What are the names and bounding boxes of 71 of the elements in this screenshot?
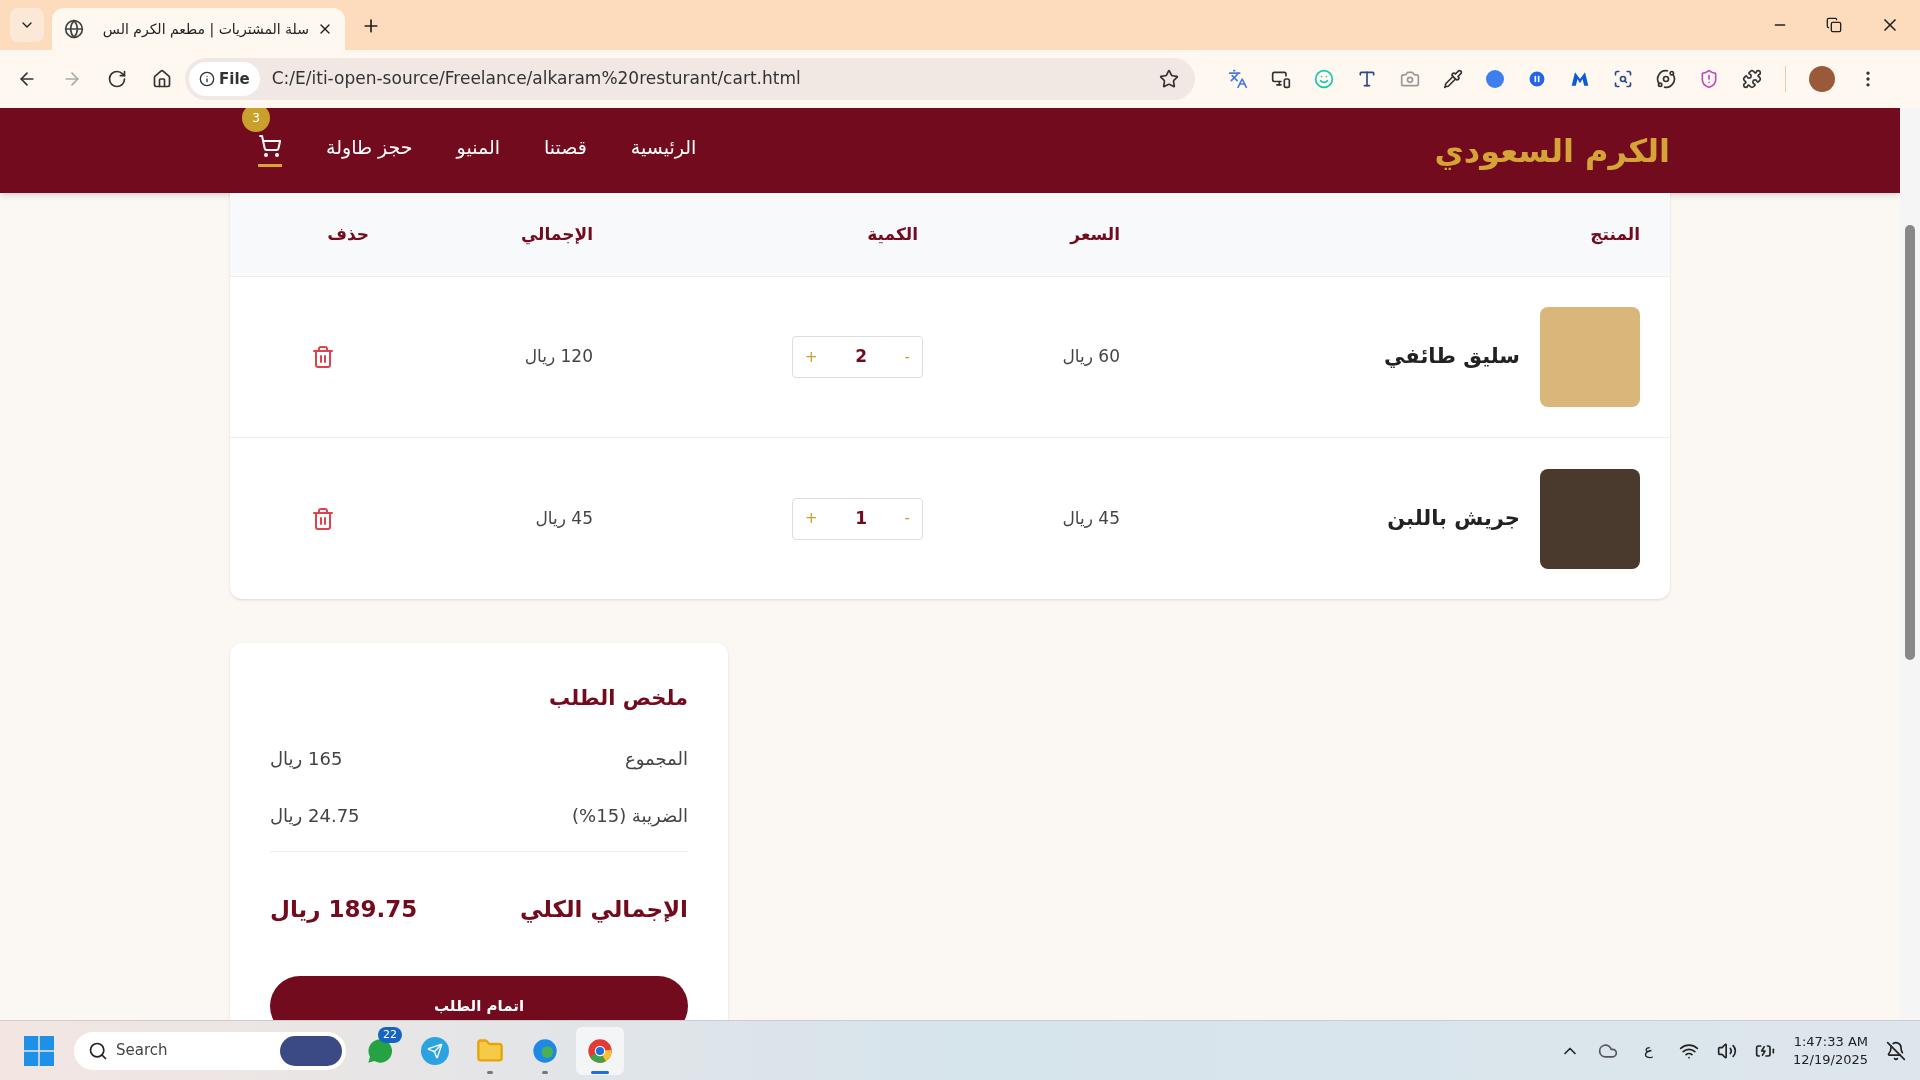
reload-icon[interactable] — [107, 69, 127, 89]
site-info-chip[interactable]: File — [189, 62, 260, 96]
grand-total-value: 189.75 ريال — [270, 894, 418, 925]
address-bar[interactable]: File C:/E/iti-open-source/Freelance/alkaram%20resturant/cart.html — [185, 58, 1195, 100]
column-header: الكمية — [866, 222, 919, 246]
product-name: سليق طائفي — [1384, 343, 1520, 371]
column-header: الإجمالي — [519, 222, 594, 247]
summary-title: ملخص الطلب — [548, 685, 688, 712]
nav-link[interactable]: حجز طاولة — [326, 133, 413, 168]
camera-icon[interactable] — [1400, 69, 1420, 89]
scrollbar[interactable] — [1900, 108, 1920, 1020]
taskbar-app[interactable]: 22 — [356, 1026, 404, 1075]
total-cell-text: 45 ريال — [534, 506, 594, 530]
price-cell-text: 45 ريال — [1061, 506, 1121, 530]
windows-logo-icon[interactable] — [24, 1035, 54, 1066]
screen-icon[interactable] — [1271, 69, 1291, 89]
clock-time[interactable]: 1:47:33 AM — [1793, 1032, 1868, 1051]
nav-link[interactable]: المنيو — [456, 133, 500, 168]
circle-logo-icon — [586, 1036, 614, 1065]
search-field[interactable]: Search — [74, 1031, 346, 1070]
info-icon — [199, 71, 215, 87]
price-cell-text: 60 ريال — [1061, 345, 1121, 369]
summary-value: 165 ريال — [270, 746, 343, 771]
nav-link[interactable]: قصتنا — [543, 133, 587, 168]
search-icon — [88, 1040, 108, 1061]
checkout-button[interactable]: اتمام الطلب — [270, 976, 688, 1020]
text-icon[interactable] — [1357, 69, 1377, 89]
browser-tab[interactable]: سلة المشتريات | مطعم الكرم الس — [52, 8, 345, 50]
summary-value: 24.75 ريال — [270, 803, 360, 828]
quantity-value: 2 — [855, 345, 867, 369]
globe-icon — [64, 19, 84, 39]
cart-count-badge: 3 — [242, 108, 270, 132]
bookmark-star-icon[interactable] — [1159, 69, 1179, 89]
volume-icon[interactable] — [1717, 1040, 1738, 1061]
logo[interactable]: الكرم السعودي — [1434, 126, 1670, 175]
grand-total-label: الإجمالي الكلي — [519, 894, 688, 925]
quantity-value: 1 — [855, 506, 867, 530]
cart-button[interactable] — [258, 134, 282, 167]
folder-icon — [476, 1036, 504, 1065]
summary-label: الضريبة (15%) — [572, 803, 688, 829]
column-header: المنتج — [1589, 222, 1641, 247]
tab-title: سلة المشتريات | مطعم الكرم الس — [101, 19, 309, 40]
bell-icon[interactable] — [1886, 1040, 1906, 1061]
url-text: C:/E/iti-open-source/Freelance/alkaram%20resturant/cart.html — [271, 67, 802, 91]
paper-plane-icon — [421, 1036, 449, 1065]
running-indicator — [542, 1070, 548, 1074]
eyedropper-icon[interactable] — [1443, 69, 1463, 89]
column-header: حذف — [326, 222, 370, 246]
restore-icon[interactable] — [1826, 17, 1842, 33]
column-header: السعر — [1068, 222, 1121, 247]
summary-label: المجموع — [625, 746, 688, 772]
magnifier-icon[interactable] — [1613, 69, 1633, 89]
taskbar-app[interactable] — [576, 1026, 624, 1075]
running-indicator — [591, 1070, 609, 1074]
clock-date[interactable]: 12/19/2025 — [1793, 1050, 1868, 1069]
notification-badge: 22 — [378, 1026, 402, 1043]
pause-icon[interactable] — [1527, 69, 1547, 89]
translate-icon[interactable] — [1228, 69, 1248, 89]
language-indicator[interactable]: ع — [1636, 1039, 1662, 1062]
trash-icon[interactable] — [311, 506, 335, 531]
total-cell-text: 120 ريال — [523, 345, 594, 369]
trash-icon[interactable] — [311, 345, 335, 369]
wave-logo-icon — [531, 1036, 559, 1065]
extensions-icon[interactable] — [1742, 69, 1762, 89]
home-icon[interactable] — [152, 69, 172, 89]
avatar[interactable] — [1809, 66, 1835, 92]
planet-icon[interactable] — [1656, 69, 1676, 89]
product-name: جريش باللبن — [1387, 504, 1520, 532]
nav-link[interactable]: الرئيسية — [630, 133, 697, 168]
search-input[interactable]: Search — [116, 1039, 272, 1062]
running-indicator — [487, 1070, 493, 1074]
